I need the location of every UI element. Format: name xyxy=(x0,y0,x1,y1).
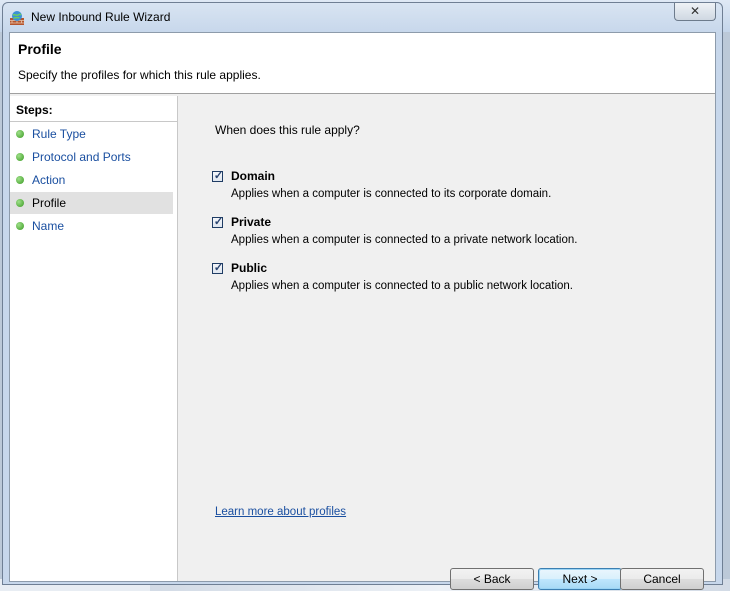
step-label: Name xyxy=(32,219,65,233)
wizard-client-area: Profile Specify the profiles for which t… xyxy=(9,32,716,590)
step-rule-type[interactable]: Rule Type xyxy=(10,123,173,145)
steps-divider xyxy=(10,121,177,122)
back-button[interactable]: < Back xyxy=(450,568,534,590)
step-label: Profile xyxy=(32,196,67,210)
step-complete-icon xyxy=(16,176,24,184)
step-current-icon xyxy=(16,199,24,207)
step-name[interactable]: Name xyxy=(10,215,173,237)
learn-more-link[interactable]: Learn more about profiles xyxy=(215,506,346,518)
private-checkbox[interactable]: ✓ xyxy=(212,216,224,228)
domain-checkbox[interactable]: ✓ xyxy=(212,170,224,182)
step-pending-icon xyxy=(16,222,24,230)
page-title: Profile xyxy=(18,41,62,57)
next-button[interactable]: Next > xyxy=(538,568,622,590)
wizard-window: New Inbound Rule Wizard ✕ Profile Specif… xyxy=(2,2,723,590)
private-description: Applies when a computer is connected to … xyxy=(231,234,578,246)
firewall-icon xyxy=(10,11,24,25)
private-label[interactable]: Private xyxy=(231,215,271,229)
title-bar: New Inbound Rule Wizard ✕ xyxy=(3,3,722,33)
public-description: Applies when a computer is connected to … xyxy=(231,280,574,292)
step-label: Action xyxy=(32,173,66,187)
public-label[interactable]: Public xyxy=(231,261,267,275)
cancel-button[interactable]: Cancel xyxy=(620,568,704,590)
step-profile[interactable]: Profile xyxy=(10,192,173,214)
steps-heading: Steps: xyxy=(16,103,53,117)
step-complete-icon xyxy=(16,130,24,138)
step-label: Rule Type xyxy=(32,127,86,141)
close-button[interactable]: ✕ xyxy=(674,3,716,21)
steps-panel: Steps: Rule Type Protocol and Ports Acti… xyxy=(10,96,178,581)
page-description: Specify the profiles for which this rule… xyxy=(18,68,261,82)
checkmark-icon: ✓ xyxy=(213,216,224,228)
wizard-header: Profile Specify the profiles for which t… xyxy=(10,33,715,94)
step-protocol-and-ports[interactable]: Protocol and Ports xyxy=(10,146,173,168)
window-title: New Inbound Rule Wizard xyxy=(31,10,171,24)
step-action[interactable]: Action xyxy=(10,169,173,191)
step-complete-icon xyxy=(16,153,24,161)
close-icon: ✕ xyxy=(689,4,701,18)
checkmark-icon: ✓ xyxy=(213,262,224,274)
domain-description: Applies when a computer is connected to … xyxy=(231,188,552,200)
step-label: Protocol and Ports xyxy=(32,150,131,164)
public-checkbox[interactable]: ✓ xyxy=(212,262,224,274)
question-text: When does this rule apply? xyxy=(215,123,360,137)
domain-label[interactable]: Domain xyxy=(231,169,275,183)
checkmark-icon: ✓ xyxy=(213,170,224,182)
profile-content: When does this rule apply? ✓ Domain Appl… xyxy=(180,96,715,590)
